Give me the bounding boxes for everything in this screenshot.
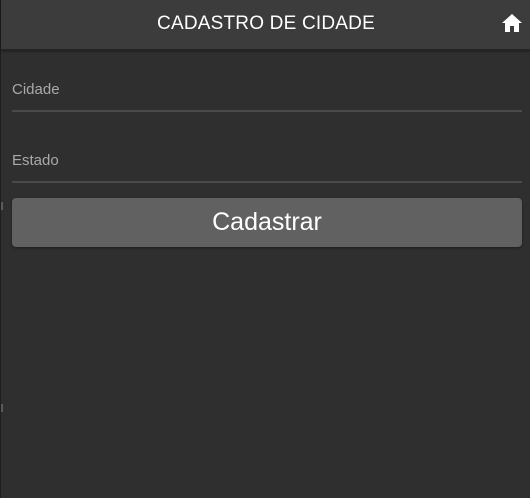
home-icon bbox=[502, 14, 522, 32]
home-button[interactable] bbox=[501, 12, 523, 34]
edge-divider bbox=[1, 202, 3, 210]
cidade-input[interactable] bbox=[12, 68, 522, 110]
cadastrar-button[interactable]: Cadastrar bbox=[12, 198, 522, 247]
page-title: CADASTRO DE CIDADE bbox=[157, 13, 375, 34]
app-window: CADASTRO DE CIDADE Cadastrar bbox=[0, 0, 530, 498]
cidade-field bbox=[12, 68, 522, 112]
header-bar: CADASTRO DE CIDADE bbox=[1, 0, 530, 50]
estado-input[interactable] bbox=[12, 139, 522, 181]
estado-field bbox=[12, 139, 522, 183]
edge-divider bbox=[1, 404, 3, 412]
